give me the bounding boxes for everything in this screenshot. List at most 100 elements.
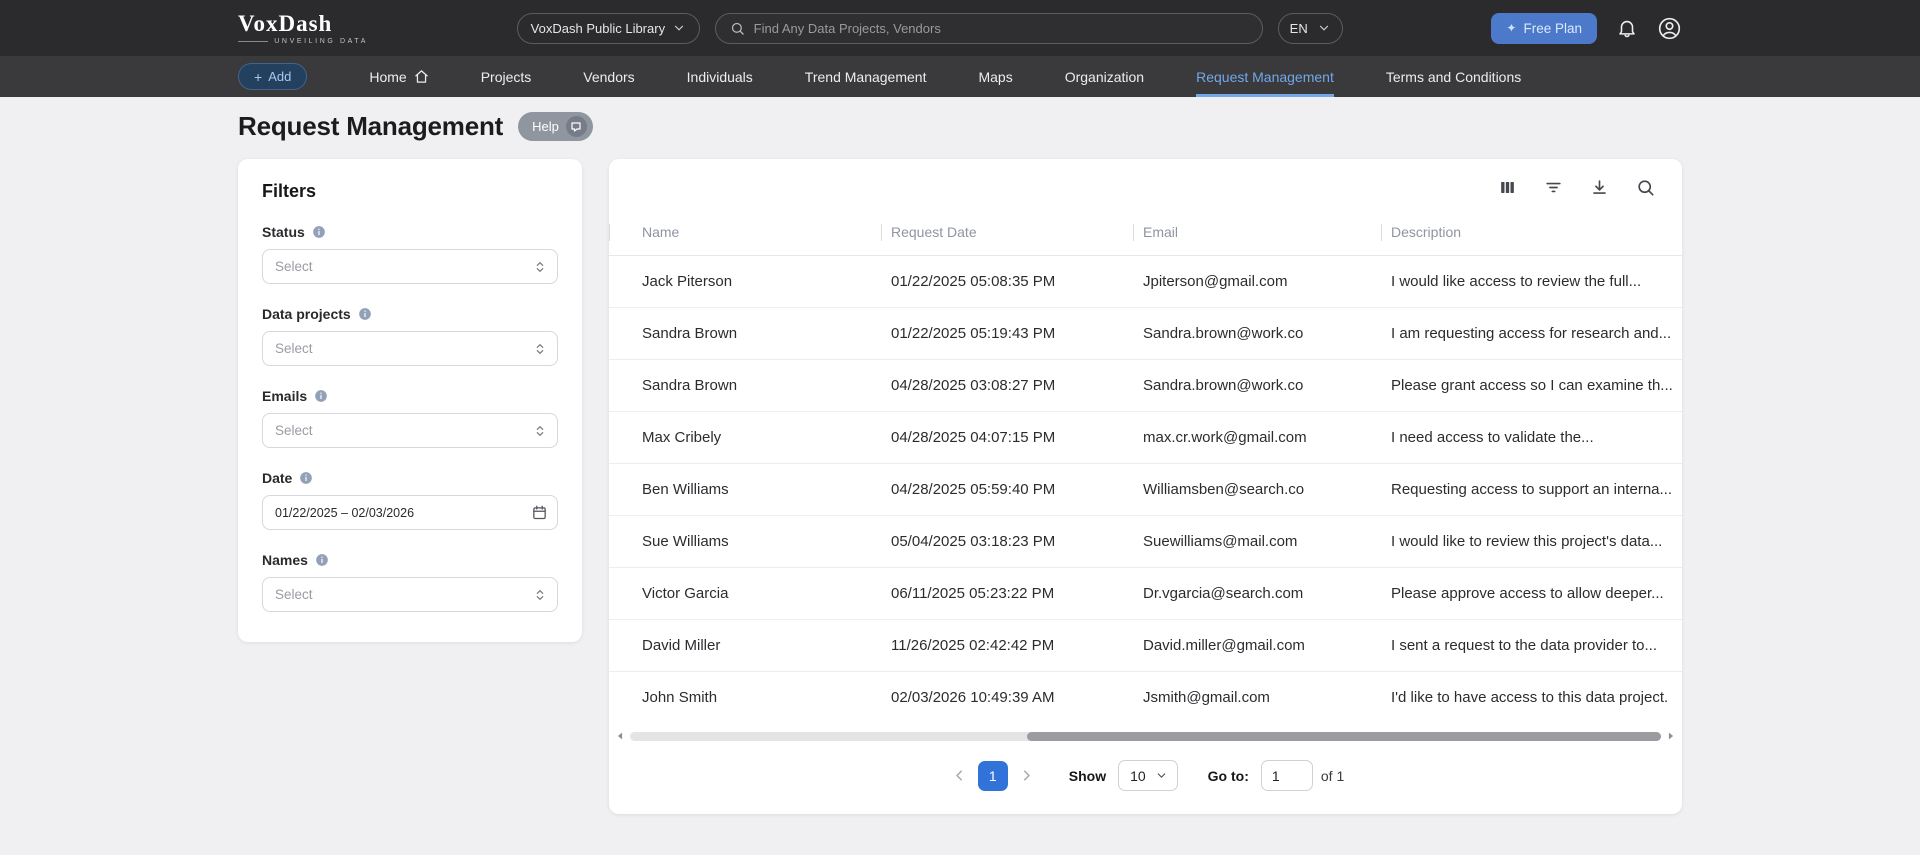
topbar-right: ✦ Free Plan	[1491, 12, 1682, 44]
emails-select[interactable]: Select	[262, 413, 558, 448]
column-header-email[interactable]: Email	[1133, 210, 1381, 255]
goto-page-input[interactable]	[1260, 760, 1313, 791]
next-page-icon[interactable]	[1014, 763, 1039, 788]
nav-item-request-management[interactable]: Request Management	[1196, 56, 1334, 97]
download-icon[interactable]	[1590, 178, 1609, 197]
scroll-left-icon[interactable]	[615, 731, 625, 741]
free-plan-button[interactable]: ✦ Free Plan	[1491, 12, 1597, 44]
filter-group-status: Status Select	[262, 224, 558, 284]
cell-description: I am requesting access for research and.…	[1391, 324, 1672, 342]
cell-description: Please grant access so I can examine th.…	[1391, 376, 1673, 394]
cell-request-date: 11/26/2025 02:42:42 PM	[891, 636, 1055, 654]
brand-name: VoxDash	[238, 10, 333, 36]
table-row[interactable]: Sandra Brown 04/28/2025 03:08:27 PM Sand…	[609, 359, 1682, 411]
cell-description: I'd like to have access to this data pro…	[1391, 688, 1669, 706]
table-row[interactable]: Max Cribely 04/28/2025 04:07:15 PM max.c…	[609, 411, 1682, 463]
nav-item-home[interactable]: Home	[369, 56, 428, 97]
bell-icon[interactable]	[1616, 17, 1638, 39]
table-row[interactable]: Ben Williams 04/28/2025 05:59:40 PM Will…	[609, 463, 1682, 515]
cell-description: I would like to review this project's da…	[1391, 532, 1663, 550]
date-range-field[interactable]	[262, 495, 558, 530]
table-body: Jack Piterson 01/22/2025 05:08:35 PM Jpi…	[609, 255, 1682, 723]
data-projects-select[interactable]: Select	[262, 331, 558, 366]
cell-name: Victor Garcia	[642, 584, 729, 602]
columns-icon[interactable]	[1498, 178, 1517, 197]
brand-tagline: UNVEILING DATA	[274, 37, 368, 45]
filter-label-text: Date	[262, 470, 293, 486]
library-selector-label: VoxDash Public Library	[530, 20, 666, 36]
global-search[interactable]	[714, 12, 1263, 44]
add-button-label: Add	[268, 69, 292, 84]
page-number-button[interactable]: 1	[977, 760, 1008, 791]
library-selector[interactable]: VoxDash Public Library	[516, 12, 700, 44]
table-header-row: Name Request Date Email Description	[609, 210, 1682, 255]
cell-email: Suewilliams@mail.com	[1143, 532, 1298, 550]
show-label: Show	[1068, 767, 1107, 784]
search-icon[interactable]	[1636, 178, 1655, 197]
nav-item-organization[interactable]: Organization	[1065, 56, 1144, 97]
cell-email: Jpiterson@gmail.com	[1143, 272, 1288, 290]
nav-item-vendors[interactable]: Vendors	[583, 56, 634, 97]
column-header-request-date[interactable]: Request Date	[881, 210, 1133, 255]
info-icon[interactable]	[315, 553, 329, 567]
chevron-down-icon	[1155, 769, 1168, 782]
requests-table: Name Request Date Email Description Jack…	[609, 210, 1682, 723]
table-row[interactable]: Sue Williams 05/04/2025 03:18:23 PM Suew…	[609, 515, 1682, 567]
scrollbar-track[interactable]	[630, 731, 1661, 741]
calendar-icon[interactable]	[531, 504, 548, 521]
table-row[interactable]: John Smith 02/03/2026 10:49:39 AM Jsmith…	[609, 671, 1682, 723]
date-range-input[interactable]	[275, 505, 531, 520]
add-button[interactable]: + Add	[238, 63, 308, 90]
cell-description: I would like access to review the full..…	[1391, 272, 1642, 290]
table-row[interactable]: Victor Garcia 06/11/2025 05:23:22 PM Dr.…	[609, 567, 1682, 619]
info-icon[interactable]	[299, 471, 313, 485]
nav-item-label: Projects	[480, 68, 532, 85]
search-input[interactable]	[753, 20, 1248, 36]
scrollbar-thumb[interactable]	[1026, 731, 1661, 741]
previous-page-icon[interactable]	[947, 763, 972, 788]
filter-group-names: Names Select	[262, 552, 558, 612]
nav-item-terms-and-conditions[interactable]: Terms and Conditions	[1386, 56, 1521, 97]
table-row[interactable]: Sandra Brown 01/22/2025 05:19:43 PM Sand…	[609, 307, 1682, 359]
cell-name: Sue Williams	[642, 532, 729, 550]
tagline-rule	[238, 40, 269, 42]
nav-item-projects[interactable]: Projects	[481, 56, 532, 97]
requests-table-panel: Name Request Date Email Description Jack…	[609, 159, 1682, 814]
page-size-select[interactable]: 10	[1118, 760, 1178, 791]
nav-item-individuals[interactable]: Individuals	[687, 56, 753, 97]
nav-item-maps[interactable]: Maps	[978, 56, 1012, 97]
nav-item-trend-management[interactable]: Trend Management	[805, 56, 927, 97]
filter-label-text: Status	[262, 224, 305, 240]
page-title: Request Management	[238, 111, 504, 141]
topbar: VoxDash UNVEILING DATA VoxDash Public Li…	[0, 0, 1920, 56]
language-selector[interactable]: EN	[1277, 12, 1343, 44]
info-icon[interactable]	[358, 307, 372, 321]
filters-title: Filters	[262, 181, 317, 201]
nav-item-label: Organization	[1064, 68, 1145, 85]
column-header-name[interactable]: Name	[609, 210, 881, 255]
goto-label: Go to:	[1207, 767, 1249, 784]
filter-group-data-projects: Data projects Select	[262, 306, 558, 366]
cell-request-date: 02/03/2026 10:49:39 AM	[891, 688, 1055, 706]
names-select[interactable]: Select	[262, 577, 558, 612]
table-row[interactable]: David Miller 11/26/2025 02:42:42 PM Davi…	[609, 619, 1682, 671]
help-button[interactable]: Help	[518, 112, 593, 141]
search-icon	[730, 21, 745, 36]
plus-icon: +	[254, 68, 263, 85]
filter-icon[interactable]	[1544, 178, 1563, 197]
info-icon[interactable]	[314, 389, 328, 403]
main-content: Request Management Help Filters Status S…	[238, 111, 1682, 814]
cell-description: Requesting access to support an interna.…	[1391, 480, 1673, 498]
avatar-icon[interactable]	[1657, 16, 1682, 41]
nav-item-label: Request Management	[1196, 68, 1334, 85]
filter-label: Data projects	[262, 306, 558, 322]
select-placeholder: Select	[275, 587, 313, 602]
info-icon[interactable]	[312, 225, 326, 239]
scroll-right-icon[interactable]	[1666, 731, 1676, 741]
nav-item-label: Home	[369, 68, 407, 85]
status-select[interactable]: Select	[262, 249, 558, 284]
brand-tagline-row: UNVEILING DATA	[238, 38, 368, 45]
column-header-description[interactable]: Description	[1381, 210, 1682, 255]
table-row[interactable]: Jack Piterson 01/22/2025 05:08:35 PM Jpi…	[609, 255, 1682, 307]
pagination: 1 Show 10 Go to: of 1	[609, 745, 1682, 814]
